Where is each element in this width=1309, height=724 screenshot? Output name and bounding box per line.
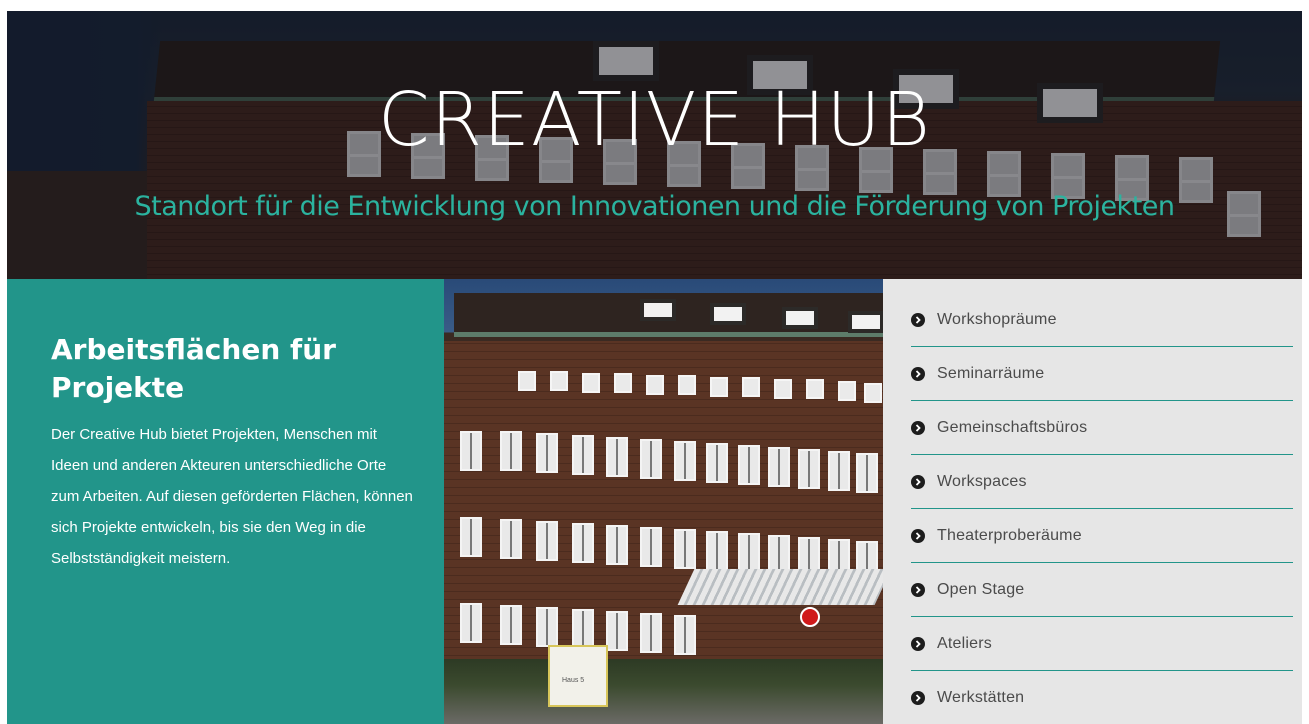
list-item-label: Werkstätten bbox=[937, 689, 1025, 706]
space-type-list: Workshopräume Seminarräume Gemeinschafts… bbox=[883, 279, 1302, 724]
photo-window bbox=[674, 441, 696, 481]
photo-dormer-window bbox=[848, 311, 883, 333]
photo-window bbox=[828, 451, 850, 491]
photo-window bbox=[738, 445, 760, 485]
photo-window bbox=[706, 443, 728, 483]
photo-window bbox=[640, 613, 662, 653]
photo-window bbox=[798, 449, 820, 489]
list-item-label: Workspaces bbox=[937, 472, 1027, 490]
list-item-workspaces[interactable]: Workspaces bbox=[911, 455, 1293, 509]
list-item-ateliers[interactable]: Ateliers bbox=[911, 617, 1293, 671]
intro-heading: Arbeitsflächen für Projekte bbox=[51, 333, 336, 404]
photo-window bbox=[678, 375, 696, 395]
chevron-circle-right-icon bbox=[911, 582, 925, 597]
photo-window bbox=[572, 435, 594, 475]
photo-window bbox=[856, 453, 878, 493]
list-item-theaterproberaeume[interactable]: Theaterproberäume bbox=[911, 509, 1293, 563]
photo-dormer-window bbox=[782, 307, 818, 329]
photo-window bbox=[536, 521, 558, 561]
list-item-workshopraeume[interactable]: Workshopräume bbox=[911, 293, 1293, 347]
list-item-seminarraeume[interactable]: Seminarräume bbox=[911, 347, 1293, 401]
photo-window bbox=[864, 383, 882, 403]
photo-window bbox=[606, 525, 628, 565]
photo-entrance-canopy bbox=[677, 569, 883, 605]
photo-window bbox=[550, 371, 568, 391]
list-item-label: Theaterproberäume bbox=[937, 526, 1082, 544]
photo-window bbox=[646, 375, 664, 395]
photo-window bbox=[572, 609, 594, 649]
list-item-werkstaetten[interactable]: Werkstätten bbox=[911, 671, 1293, 724]
photo-window bbox=[572, 523, 594, 563]
photo-window bbox=[838, 381, 856, 401]
photo-window bbox=[640, 527, 662, 567]
photo-window bbox=[536, 433, 558, 473]
photo-window bbox=[500, 519, 522, 559]
list-item-label: Gemeinschaftsbüros bbox=[937, 418, 1088, 436]
photo-window bbox=[606, 611, 628, 651]
photo-window bbox=[640, 439, 662, 479]
chevron-circle-right-icon bbox=[911, 636, 925, 651]
photo-window bbox=[460, 603, 482, 643]
photo-ground bbox=[444, 659, 883, 724]
photo-window bbox=[536, 607, 558, 647]
photo-window bbox=[738, 533, 760, 573]
photo-window bbox=[806, 379, 824, 399]
chevron-circle-right-icon bbox=[911, 691, 925, 705]
intro-panel: Arbeitsflächen für Projekte Der Creative… bbox=[7, 279, 444, 724]
hero-banner: CREATIVE HUB Standort für die Entwicklun… bbox=[7, 11, 1302, 279]
chevron-circle-right-icon bbox=[911, 474, 925, 489]
photo-window bbox=[674, 529, 696, 569]
photo-window bbox=[614, 373, 632, 393]
chevron-circle-right-icon bbox=[911, 312, 925, 327]
photo-window bbox=[742, 377, 760, 397]
building-photo: Haus 5 bbox=[444, 279, 883, 724]
photo-window bbox=[706, 531, 728, 571]
list-item-label: Open Stage bbox=[937, 580, 1025, 598]
photo-window bbox=[460, 517, 482, 557]
list-item-label: Workshopräume bbox=[937, 310, 1057, 328]
chevron-circle-right-icon bbox=[911, 420, 925, 435]
intro-text: Der Creative Hub bietet Projekten, Mensc… bbox=[51, 425, 413, 567]
photo-window bbox=[710, 377, 728, 397]
photo-window bbox=[500, 431, 522, 471]
photo-signboard-text: Haus 5 bbox=[562, 677, 585, 684]
photo-window bbox=[768, 447, 790, 487]
list-item-label: Ateliers bbox=[937, 634, 992, 652]
photo-window bbox=[518, 371, 536, 391]
list-item-label: Seminarräume bbox=[937, 364, 1045, 382]
photo-signboard: Haus 5 bbox=[548, 645, 608, 707]
photo-dormer-window bbox=[710, 303, 746, 325]
photo-window bbox=[460, 431, 482, 471]
photo-window bbox=[774, 379, 792, 399]
hero-title: CREATIVE HUB bbox=[378, 77, 931, 163]
photo-window bbox=[500, 605, 522, 645]
photo-window bbox=[674, 615, 696, 655]
no-entry-sign bbox=[800, 607, 820, 627]
list-item-gemeinschaftsbueros[interactable]: Gemeinschaftsbüros bbox=[911, 401, 1293, 455]
photo-dormer-window bbox=[640, 299, 676, 321]
chevron-circle-right-icon bbox=[911, 528, 925, 543]
hero-subtitle: Standort für die Entwicklung von Innovat… bbox=[134, 191, 1175, 222]
list-item-open-stage[interactable]: Open Stage bbox=[911, 563, 1293, 617]
photo-window bbox=[606, 437, 628, 477]
chevron-circle-right-icon bbox=[911, 366, 925, 381]
photo-window bbox=[582, 373, 600, 393]
